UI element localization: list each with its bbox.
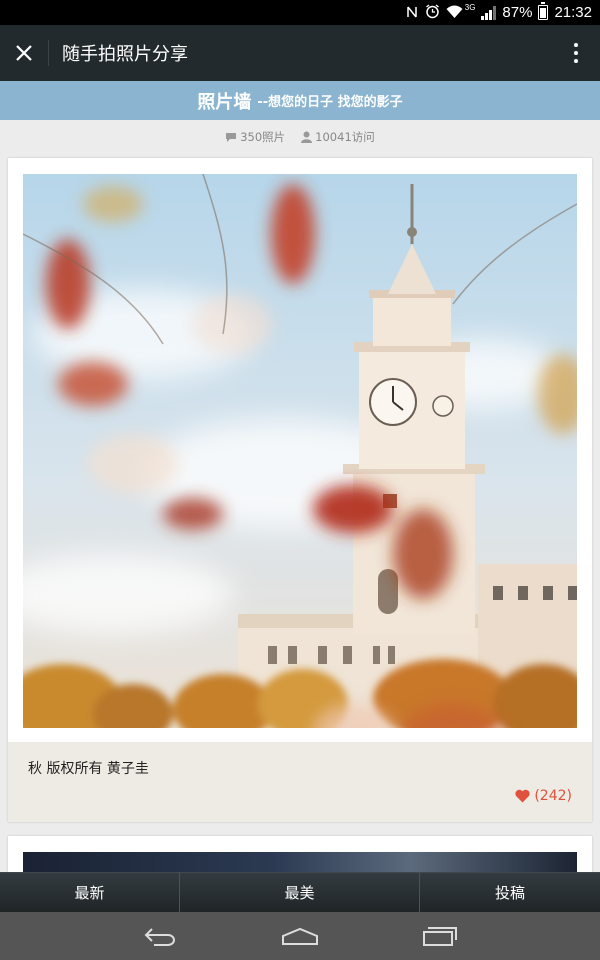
battery-icon (538, 2, 549, 20)
tab-submit[interactable]: 投稿 (420, 873, 600, 912)
stats-row: 350照片 10041访问 (0, 124, 600, 150)
photo-count-text: 350照片 (240, 130, 286, 144)
system-nav-bar (0, 912, 600, 960)
battery-percent: 87% (502, 4, 533, 21)
more-dot-icon (574, 51, 578, 55)
signal-icon (481, 5, 497, 20)
status-bar: 3G 87% 21:32 (0, 0, 600, 25)
photo-image[interactable] (23, 174, 577, 728)
photo-card[interactable] (8, 836, 592, 876)
close-icon (16, 45, 32, 61)
page-title: 随手拍照片分享 (62, 44, 188, 65)
like-button[interactable]: (242) (515, 788, 572, 804)
close-button[interactable] (0, 25, 48, 81)
photo-caption: 秋 版权所有 黄子圭 (28, 761, 149, 777)
visit-count-text: 10041访问 (315, 130, 375, 144)
more-dot-icon (574, 43, 578, 47)
bottom-tab-bar: 最新 最美 投稿 (0, 872, 600, 912)
visit-count: 10041访问 (301, 129, 375, 145)
tab-best[interactable]: 最美 (180, 873, 420, 912)
tab-latest[interactable]: 最新 (0, 873, 180, 912)
caption-area: 秋 版权所有 黄子圭 (242) (8, 742, 592, 822)
alarm-icon (425, 4, 440, 21)
user-icon (301, 131, 313, 143)
back-button[interactable] (120, 912, 200, 960)
app-bar: 随手拍照片分享 (0, 25, 600, 81)
banner-title: 照片墙 (197, 91, 252, 113)
photo-count: 350照片 (225, 129, 285, 145)
back-icon (144, 928, 175, 946)
heart-icon (515, 789, 530, 803)
like-count: (242) (534, 788, 572, 804)
wifi-icon (446, 5, 463, 21)
banner-subtitle: --想您的日子 找您的影子 (257, 95, 403, 110)
photo-card[interactable]: 秋 版权所有 黄子圭 (242) (8, 158, 592, 822)
network-type: 3G (464, 3, 476, 12)
recent-apps-icon (423, 927, 457, 946)
home-icon (282, 927, 318, 945)
home-button[interactable] (260, 912, 340, 960)
more-options-button[interactable] (552, 25, 600, 81)
recent-apps-button[interactable] (400, 912, 480, 960)
app-bar-divider (48, 40, 49, 66)
clock: 21:32 (554, 4, 592, 21)
more-dot-icon (574, 59, 578, 63)
comment-icon (226, 132, 237, 142)
nfc-icon (405, 5, 419, 21)
photo-wall-banner: 照片墙 --想您的日子 找您的影子 (0, 81, 600, 120)
